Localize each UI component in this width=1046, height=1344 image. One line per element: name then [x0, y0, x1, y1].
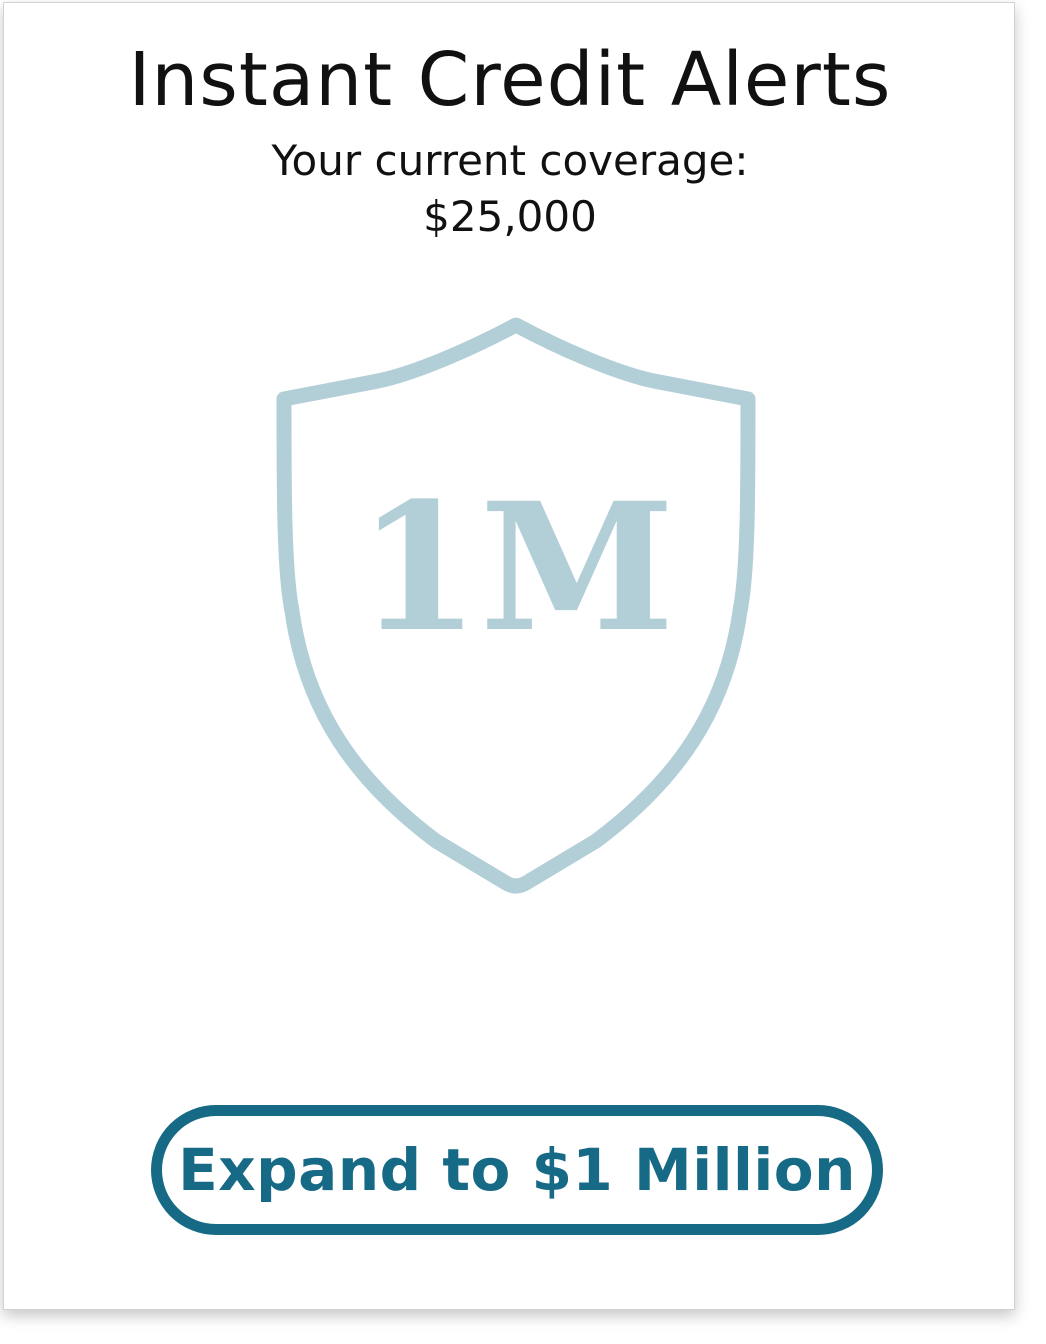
- coverage-info: Your current coverage: $25,000: [4, 133, 1016, 245]
- expand-coverage-button[interactable]: Expand to $1 Million: [151, 1105, 883, 1235]
- shield-text: 1M: [357, 464, 674, 671]
- coverage-label: Your current coverage:: [271, 136, 749, 185]
- shield-icon: 1M: [276, 317, 756, 894]
- coverage-value: $25,000: [423, 192, 597, 241]
- page-title: Instant Credit Alerts: [128, 37, 892, 123]
- shield-badge: 1M: [266, 311, 766, 901]
- credit-alerts-card: Instant Credit Alerts Your current cover…: [3, 2, 1015, 1310]
